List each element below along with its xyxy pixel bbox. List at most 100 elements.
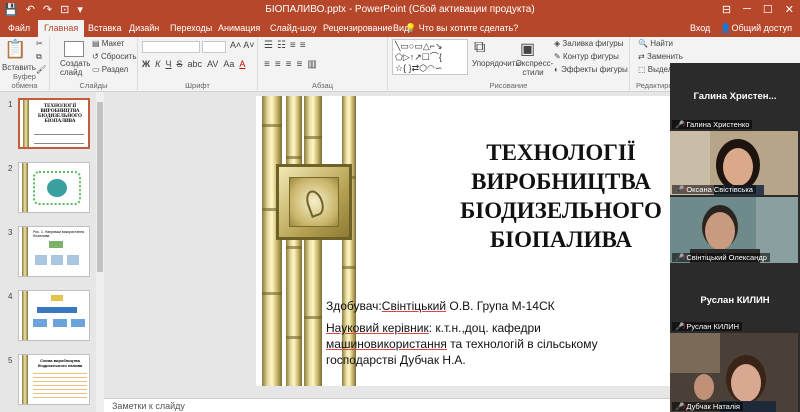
select-icon: ⬚ bbox=[638, 65, 648, 74]
tell-me-search[interactable]: 💡 Что вы хотите сделать? bbox=[405, 23, 518, 34]
reset-button[interactable]: ↺ Сбросить bbox=[92, 52, 137, 61]
participant-caption: 🎤̸ Галина Христенко bbox=[672, 120, 753, 129]
minimize-button[interactable]: ─ bbox=[743, 3, 751, 16]
bamboo-mid bbox=[286, 96, 302, 386]
close-button[interactable]: ✕ bbox=[785, 3, 794, 16]
section-label: Раздел bbox=[101, 65, 129, 74]
thumbnail-box bbox=[51, 295, 63, 301]
tab-file[interactable]: Файл bbox=[8, 23, 30, 33]
title-bar: 💾 ↶ ↷ ⊡ ▾ БІОПАЛИВО.pptx - PowerPoint (С… bbox=[0, 0, 800, 20]
bamboo-left bbox=[262, 96, 282, 386]
section-button[interactable]: ▭ Раздел bbox=[92, 65, 128, 74]
caption-name: Свінтіцький Олександр bbox=[686, 253, 767, 262]
copy-icon[interactable]: ⧉ bbox=[36, 52, 42, 62]
tab-animations[interactable]: Анимация bbox=[218, 23, 260, 33]
font-size-input[interactable] bbox=[202, 41, 226, 53]
shape-effects-label: Эффекты фигуры bbox=[561, 65, 628, 74]
reset-label: Сбросить bbox=[100, 52, 137, 61]
participant-caption: 🎤̸ Свінтіцький Олександр bbox=[672, 253, 770, 262]
bold-button[interactable]: Ж bbox=[142, 59, 150, 69]
replace-button[interactable]: ⇄ Заменить bbox=[638, 52, 683, 61]
tab-design[interactable]: Дизайн bbox=[129, 23, 159, 33]
strikethrough-button[interactable]: S bbox=[176, 59, 182, 69]
char-spacing-button[interactable]: AV bbox=[207, 59, 218, 69]
shape-outline-button[interactable]: ✎ Контур фигуры bbox=[554, 52, 619, 61]
thumbnail-bamboo bbox=[22, 227, 28, 276]
quick-styles-button[interactable]: Экспресс-стили bbox=[516, 59, 553, 77]
supervisor-rest-2: та технологій в сільському bbox=[446, 337, 598, 351]
shape-fill-label: Заливка фигуры bbox=[562, 39, 624, 48]
quick-styles-icon[interactable]: ▣ bbox=[520, 39, 535, 59]
find-label: Найти bbox=[650, 39, 674, 48]
font-name-input[interactable] bbox=[142, 41, 200, 53]
thumbnail-number: 1 bbox=[8, 100, 13, 109]
shapes-gallery[interactable]: ╲▭○▭△⌐↘ ⬠▷↑↗☐⌒{☆{ }⇄⬡◠∽ bbox=[392, 39, 468, 75]
arrange-icon[interactable]: ⧉ bbox=[474, 39, 485, 57]
thumbnail-title: Схема виробництва біодизельного палива bbox=[37, 358, 83, 368]
thumbnail-number: 2 bbox=[8, 164, 13, 173]
list-buttons-icon[interactable]: ☰☷≡≡ bbox=[264, 40, 310, 51]
italic-button[interactable]: К bbox=[155, 59, 160, 69]
change-case-button[interactable]: Aa bbox=[223, 59, 234, 69]
shape-fill-button[interactable]: ◈ Заливка фигуры bbox=[554, 39, 623, 48]
ribbon-tabs: Файл Главная Вставка Дизайн Переходы Ани… bbox=[0, 20, 800, 37]
thumbnail-slide-5[interactable]: Схема виробництва біодизельного палива bbox=[18, 354, 90, 405]
grow-shrink-font-icon[interactable]: A˄ A˅ bbox=[230, 40, 255, 50]
underline-button[interactable]: Ч bbox=[165, 59, 171, 69]
layout-button[interactable]: ▤ Макет bbox=[92, 39, 124, 48]
participant-display-name: Руслан КИЛИН bbox=[700, 295, 770, 306]
thumbnail-slide-1[interactable]: ТЕХНОЛОГІЇ ВИРОБНИЦТВА БІОДИЗЕЛЬНОГО БІО… bbox=[18, 98, 90, 149]
share-button[interactable]: 👤Общий доступ bbox=[720, 23, 792, 34]
group-font: A˄ A˅ Ж К Ч S abc AV Aa A Шрифт bbox=[138, 37, 258, 92]
thumbnail-slide-4[interactable] bbox=[18, 290, 90, 341]
font-format-row: Ж К Ч S abc AV Aa A bbox=[142, 59, 245, 69]
tab-slideshow[interactable]: Слайд-шоу bbox=[270, 23, 317, 33]
thumbnail-bamboo bbox=[22, 291, 28, 340]
paste-button[interactable]: Вставить bbox=[2, 63, 36, 72]
replace-label: Заменить bbox=[646, 52, 683, 61]
thumbnail-number: 4 bbox=[8, 292, 13, 301]
participant-tile[interactable]: Галина Христен... 🎤̸ Галина Христенко bbox=[670, 63, 800, 129]
new-slide-icon[interactable] bbox=[64, 41, 84, 57]
caption-name: Оксана Свістівська bbox=[686, 185, 753, 194]
arrange-button[interactable]: Упорядочить bbox=[472, 59, 520, 68]
scrollbar-thumb[interactable] bbox=[97, 102, 103, 272]
font-color-button[interactable]: A bbox=[239, 59, 245, 69]
thumbnail-box bbox=[71, 319, 85, 327]
cut-icon[interactable]: ✂ bbox=[36, 39, 43, 48]
thumbnail-box bbox=[51, 255, 63, 265]
find-button[interactable]: 🔍 Найти bbox=[638, 39, 673, 48]
thumbnails-scrollbar[interactable] bbox=[96, 92, 104, 412]
strike-abc-button[interactable]: abc bbox=[187, 59, 202, 69]
thumbnail-bamboo bbox=[22, 355, 28, 404]
thumbnail-slide-2[interactable] bbox=[18, 162, 90, 213]
tab-review[interactable]: Рецензирование bbox=[323, 23, 393, 33]
slide-thumbnails-pane: 1 ТЕХНОЛОГІЇ ВИРОБНИЦТВА БІОДИЗЕЛЬНОГО Б… bbox=[0, 92, 96, 412]
new-slide-button[interactable]: Создать слайд bbox=[60, 59, 90, 77]
participant-tile[interactable]: Руслан КИЛИН 🎤̸ Руслан КИЛИН bbox=[670, 265, 800, 331]
leaf-icon bbox=[303, 188, 327, 218]
participant-video[interactable]: 🎤̸ Оксана Свістівська bbox=[670, 131, 798, 195]
video-call-panel: Галина Христен... 🎤̸ Галина Христенко 🎤̸ О… bbox=[670, 63, 800, 412]
slide-editor: ТЕХНОЛОГІЇ ВИРОБНИЦТВА БІОДИЗЕЛЬНОГО БІО… bbox=[104, 92, 746, 398]
maximize-button[interactable]: ☐ bbox=[763, 3, 773, 16]
ribbon-display-icon[interactable]: ⊟ bbox=[722, 3, 731, 16]
participant-video[interactable]: 🎤̸ Дубчак Наталія bbox=[670, 333, 798, 412]
tell-me-text: Что вы хотите сделать? bbox=[418, 23, 519, 33]
shape-effects-button[interactable]: ◐ Эффекты фигуры bbox=[554, 65, 628, 74]
notes-pane[interactable]: Заметки к слайду bbox=[104, 398, 670, 412]
participant-video[interactable]: 🎤̸ Свінтіцький Олександр bbox=[670, 197, 798, 263]
paste-icon[interactable]: 📋 bbox=[4, 39, 26, 60]
align-buttons-icon[interactable]: ≡≡≡≡▥ bbox=[264, 59, 322, 70]
tab-transitions[interactable]: Переходы bbox=[170, 23, 212, 33]
thumbnail-box bbox=[35, 255, 47, 265]
slide-scrollbar[interactable] bbox=[104, 386, 670, 396]
sign-in-link[interactable]: Вход bbox=[690, 23, 710, 34]
group-clipboard: 📋 Вставить ✂ ⧉ 🖌 Буфер обмена bbox=[0, 37, 50, 92]
thumbnail-slide-3[interactable]: Рис. 1. Напрямки використання біопалива bbox=[18, 226, 90, 277]
tab-insert[interactable]: Вставка bbox=[88, 23, 121, 33]
tab-home[interactable]: Главная bbox=[38, 20, 85, 37]
replace-icon: ⇄ bbox=[638, 52, 647, 61]
participant-caption: 🎤̸ Оксана Свістівська bbox=[672, 185, 756, 194]
layout-icon: ▤ bbox=[92, 39, 102, 48]
